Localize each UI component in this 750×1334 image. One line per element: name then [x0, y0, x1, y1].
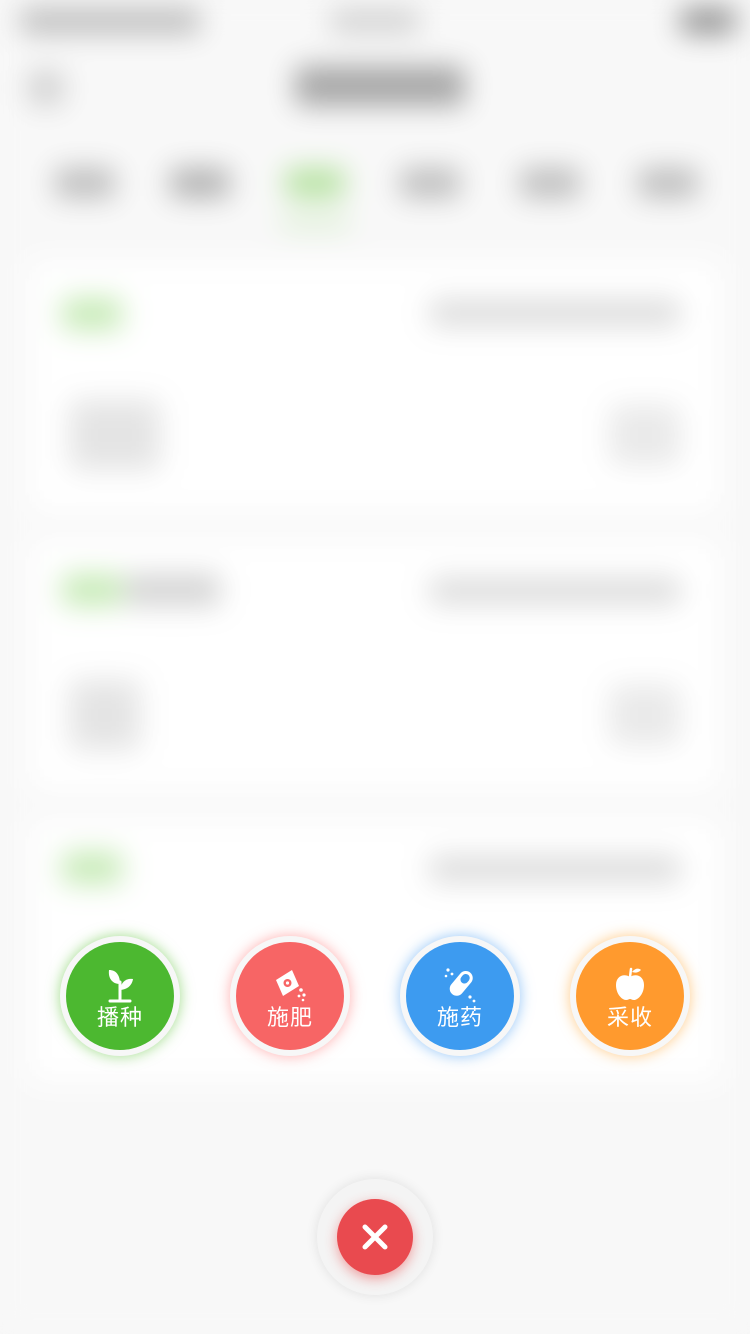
close-icon — [362, 1224, 388, 1250]
harvest-label: 采收 — [606, 1006, 653, 1031]
harvest-button[interactable]: 采收 — [570, 936, 690, 1056]
close-button[interactable] — [317, 1179, 433, 1295]
sow-button[interactable]: 播种 — [60, 936, 180, 1056]
apple-icon — [616, 967, 644, 1000]
spray-label: 施药 — [436, 1006, 483, 1031]
fertilize-button-face[interactable]: 施肥 — [236, 942, 344, 1050]
spray-button-face[interactable]: 施药 — [406, 942, 514, 1050]
spray-button[interactable]: 施药 — [400, 936, 520, 1056]
sprout-icon — [108, 970, 133, 1003]
sow-label: 播种 — [96, 1006, 143, 1031]
fertilizer-bag-icon — [276, 970, 306, 1002]
pill-capsule-icon — [444, 968, 476, 1003]
harvest-button-face[interactable]: 采收 — [576, 942, 684, 1050]
sow-button-face[interactable]: 播种 — [66, 942, 174, 1050]
action-menu-screen: 播种 施肥 施药 采收 — [0, 0, 750, 1334]
overlay-veil — [0, 0, 750, 1334]
fertilize-label: 施肥 — [266, 1006, 313, 1031]
close-button-face[interactable] — [337, 1199, 413, 1275]
fertilize-button[interactable]: 施肥 — [230, 936, 350, 1056]
